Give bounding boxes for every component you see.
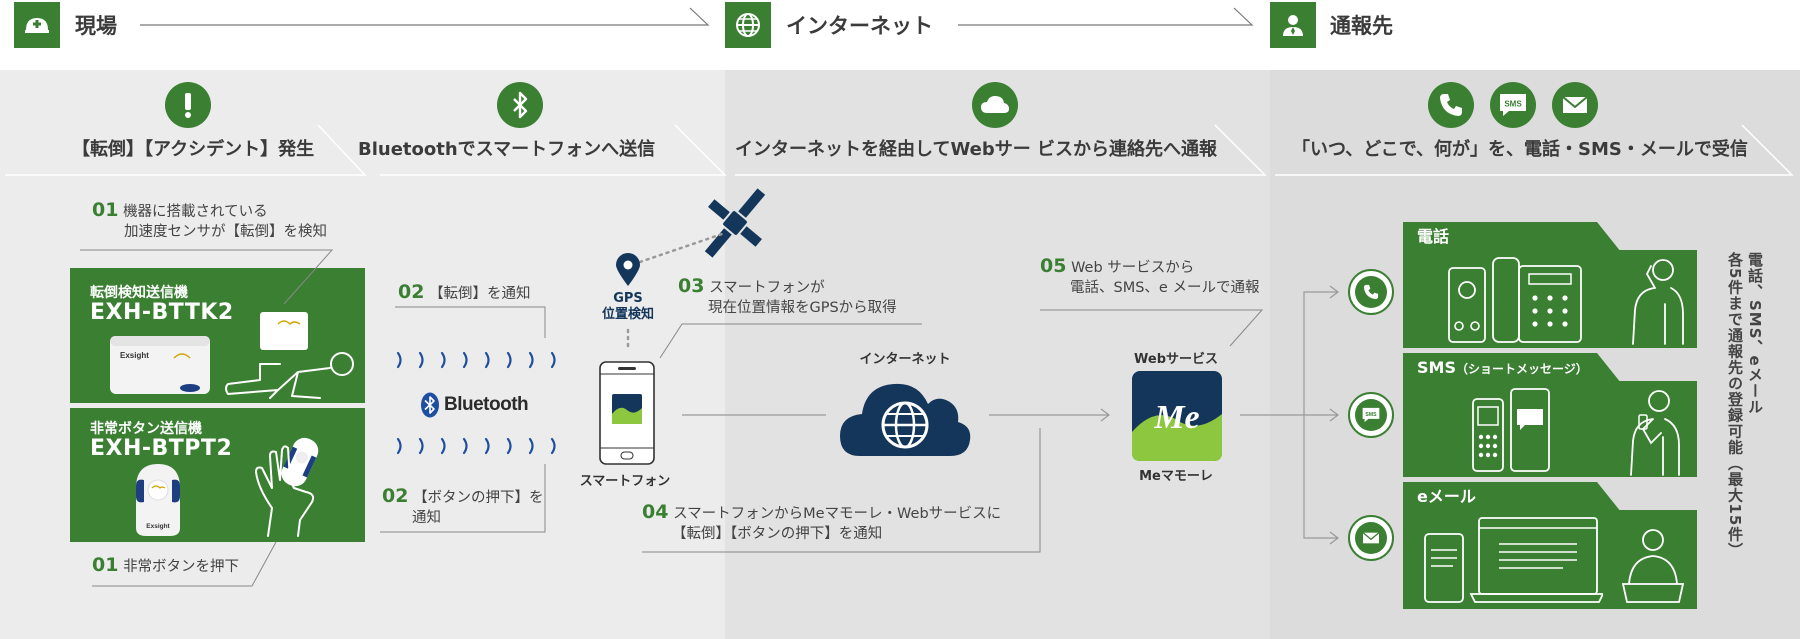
card-email-tab-slant [1597,482,1621,512]
sms-badge-text: SMS [1504,100,1522,109]
person-texting-illustration [1630,390,1680,476]
phone-devices-illustration [1448,257,1582,343]
receiver-sms-text: SMS [1365,412,1377,418]
web-service-label: Webサービス [1134,352,1218,367]
email-devices-illustration [1424,517,1603,603]
dispatch-branch-lines [1240,285,1339,545]
me-mamore-logo: Me [1132,371,1222,461]
card-sms: SMS（ショートメッセージ） [1403,353,1697,477]
card-sms-tab-slant [1597,353,1621,383]
service-callout-line [1040,309,1264,347]
card-email: eメール [1403,482,1697,609]
receiver-phone-icon [1348,269,1394,315]
card-phone: 電話 [1403,222,1697,348]
me-mamore-label: Meマモーレ [1139,469,1213,484]
receiver-mail-icon [1348,515,1394,561]
sms-devices-illustration [1472,388,1550,472]
receiver-sms-icon: SMS [1348,392,1394,438]
me-logo-text: Me [1153,399,1199,436]
person-at-laptop-illustration [1621,529,1685,603]
card-email-title: eメール [1403,482,1597,512]
person-on-phone-illustration [1632,259,1684,345]
registration-note: 電話、SMS、eメール 各5件まで通報先の登録可能（最大15件） [1726,252,1764,559]
card-sms-title: SMS（ショートメッセージ） [1403,353,1597,383]
card-phone-tab-slant [1597,222,1621,252]
card-phone-title: 電話 [1403,222,1597,252]
